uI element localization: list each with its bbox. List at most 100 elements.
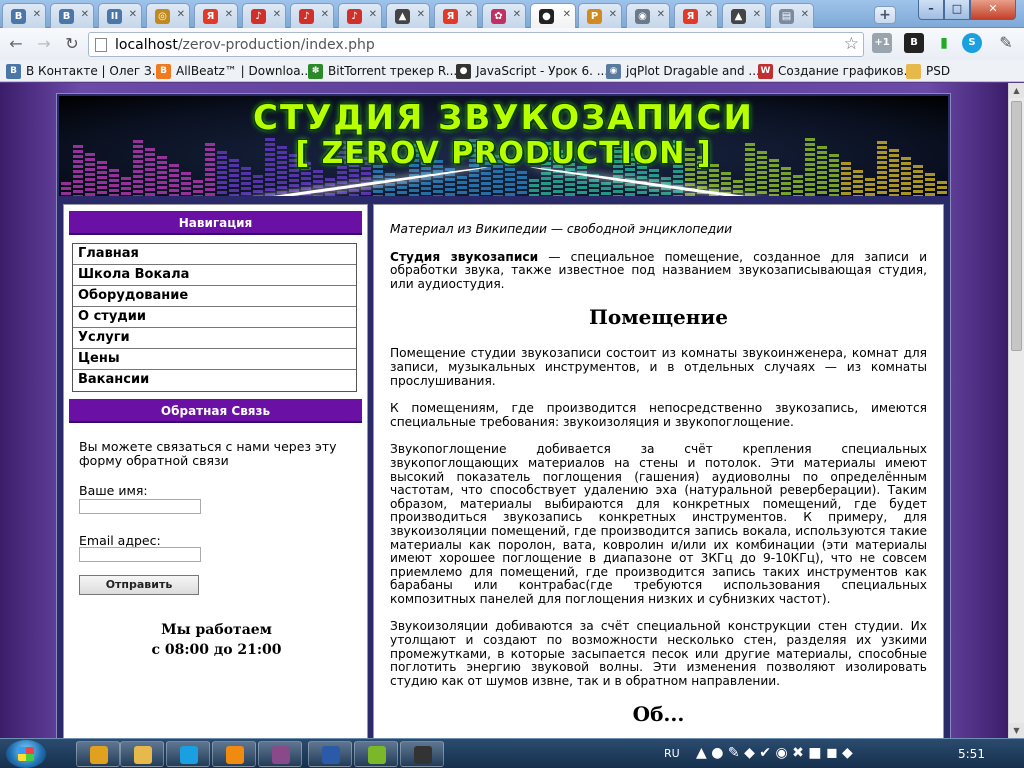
minimize-button[interactable]: –	[918, 0, 944, 20]
close-window-button[interactable]: ✕	[970, 0, 1016, 20]
equalizer-bar	[61, 182, 71, 196]
browser-tab[interactable]: ◉ ✕	[626, 3, 670, 28]
taskbar-app[interactable]	[166, 741, 210, 767]
close-tab-icon[interactable]: ✕	[801, 9, 809, 20]
b-extension-icon[interactable]: B	[904, 33, 924, 53]
email-input[interactable]	[79, 547, 201, 562]
close-tab-icon[interactable]: ✕	[513, 9, 521, 20]
close-tab-icon[interactable]: ✕	[177, 9, 185, 20]
close-tab-icon[interactable]: ✕	[417, 9, 425, 20]
bookmark-item[interactable]: В В Контакте | Олег З...	[6, 63, 163, 79]
browser-tab[interactable]: ✿ ✕	[482, 3, 526, 28]
taskbar-app[interactable]	[400, 741, 444, 767]
maximize-button[interactable]: □	[944, 0, 970, 20]
browser-tab[interactable]: Я ✕	[674, 3, 718, 28]
browser-tab[interactable]: P ✕	[578, 3, 622, 28]
article-content: Материал из Википедии — свободной энцикл…	[373, 204, 944, 738]
taskbar-app[interactable]	[258, 741, 302, 767]
taskbar-app[interactable]	[76, 741, 120, 767]
browser-tab[interactable]: Я ✕	[194, 3, 238, 28]
taskbar-app[interactable]	[120, 741, 164, 767]
browser-tab[interactable]: ♪ ✕	[290, 3, 334, 28]
word-icon	[322, 746, 340, 764]
browser-tab[interactable]: ▤ ✕	[770, 3, 814, 28]
close-tab-icon[interactable]: ✕	[33, 9, 41, 20]
language-indicator[interactable]: RU	[664, 747, 680, 760]
bookmark-item[interactable]: PSD	[906, 63, 950, 79]
bookmark-item[interactable]: ✽ BitTorrent трекер R...	[308, 63, 457, 79]
guitar-icon: ♪	[299, 9, 314, 24]
forward-arrow-icon[interactable]: →	[33, 34, 55, 54]
nav-item-vocal-school[interactable]: Школа Вокала	[73, 265, 356, 286]
document-icon: ▤	[779, 9, 794, 24]
url-text[interactable]: localhost/zerov-production/index.php	[115, 37, 375, 53]
feedback-heading: Обратная Связь	[69, 399, 362, 423]
nav-item-vacancies[interactable]: Вакансии	[73, 370, 356, 391]
browser-tab[interactable]: ♪ ✕	[242, 3, 286, 28]
clock[interactable]: 5:51	[958, 747, 985, 761]
nav-item-prices[interactable]: Цены	[73, 349, 356, 370]
bookmark-star-icon[interactable]: ☆	[844, 34, 859, 54]
scroll-down-arrow-icon[interactable]: ▼	[1009, 723, 1024, 738]
tray-icons[interactable]: ▲ ● ✎ ◆ ✔ ◉ ✖ ■ ◼ ◆	[696, 745, 853, 761]
equalizer-bar	[457, 176, 467, 196]
browser-tab[interactable]: Я ✕	[434, 3, 478, 28]
chrome-icon	[90, 746, 108, 764]
skype-extension-icon[interactable]: S	[962, 33, 982, 53]
blogger-icon: B	[156, 63, 171, 79]
close-tab-icon[interactable]: ✕	[563, 9, 571, 20]
winrar-icon	[272, 746, 290, 764]
browser-tab[interactable]: ♪ ✕	[338, 3, 382, 28]
browser-tab[interactable]: В ✕	[50, 3, 94, 28]
close-tab-icon[interactable]: ✕	[81, 9, 89, 20]
nav-item-home[interactable]: Главная	[73, 244, 356, 265]
site-page: СТУДИЯ ЗВУКОЗАПИСИ [ ZEROV PRODUCTION ] …	[56, 93, 951, 738]
bookmark-item[interactable]: W Создание графиков...	[758, 63, 915, 79]
bookmark-item[interactable]: B AllBeatz™ | Downloa...	[156, 63, 312, 79]
browser-tab[interactable]: В ✕	[2, 3, 46, 28]
browser-tab[interactable]: ◎ ✕	[146, 3, 190, 28]
close-tab-icon[interactable]: ✕	[225, 9, 233, 20]
address-bar[interactable]: localhost/zerov-production/index.php ☆	[88, 32, 864, 57]
bookmark-item[interactable]: ◉ jqPlot Dragable and ...	[606, 63, 760, 79]
close-tab-icon[interactable]: ✕	[753, 9, 761, 20]
close-tab-icon[interactable]: ✕	[273, 9, 281, 20]
close-tab-icon[interactable]: ✕	[465, 9, 473, 20]
scroll-up-arrow-icon[interactable]: ▲	[1009, 83, 1024, 98]
scrollbar-thumb[interactable]	[1011, 101, 1022, 351]
bookmark-item[interactable]: ● JavaScript - Урок 6. ...	[456, 63, 608, 79]
submit-button[interactable]: Отправить	[79, 575, 199, 595]
back-arrow-icon[interactable]: ←	[5, 34, 27, 54]
taskbar-app[interactable]	[212, 741, 256, 767]
reload-icon[interactable]: ↻	[61, 34, 83, 54]
close-tab-icon[interactable]: ✕	[657, 9, 665, 20]
taskbar-app[interactable]	[354, 741, 398, 767]
name-input[interactable]	[79, 499, 201, 514]
article-paragraph: Звукоизоляции добиваются за счёт специал…	[390, 619, 927, 688]
browser-tab[interactable]: ▲ ✕	[722, 3, 766, 28]
page-scrollbar[interactable]: ▲ ▼	[1008, 83, 1024, 738]
equalizer-bar	[925, 173, 935, 196]
browser-tab[interactable]: ● ✕	[530, 3, 576, 28]
nav-item-equipment[interactable]: Оборудование	[73, 286, 356, 307]
equalizer-bar	[937, 181, 947, 196]
close-tab-icon[interactable]: ✕	[609, 9, 617, 20]
explorer-folder-icon	[134, 746, 152, 764]
gplus-extension-icon[interactable]: +1	[872, 33, 892, 53]
wrench-menu-icon[interactable]: ✎	[996, 33, 1016, 53]
close-tab-icon[interactable]: ✕	[129, 9, 137, 20]
nav-menu: Главная Школа Вокала Оборудование О студ…	[72, 243, 357, 392]
close-tab-icon[interactable]: ✕	[705, 9, 713, 20]
equalizer-bar	[781, 167, 791, 196]
nav-item-about[interactable]: О студии	[73, 307, 356, 328]
signal-extension-icon[interactable]: ▮	[934, 33, 954, 53]
browser-tab[interactable]: ▲ ✕	[386, 3, 430, 28]
nav-item-services[interactable]: Услуги	[73, 328, 356, 349]
new-tab-button[interactable]: +	[874, 6, 896, 24]
close-tab-icon[interactable]: ✕	[321, 9, 329, 20]
start-button[interactable]	[6, 740, 46, 768]
browser-toolbar: ← → ↻ localhost/zerov-production/index.p…	[0, 28, 1024, 60]
taskbar-app[interactable]	[308, 741, 352, 767]
browser-tab[interactable]: II ✕	[98, 3, 142, 28]
close-tab-icon[interactable]: ✕	[369, 9, 377, 20]
